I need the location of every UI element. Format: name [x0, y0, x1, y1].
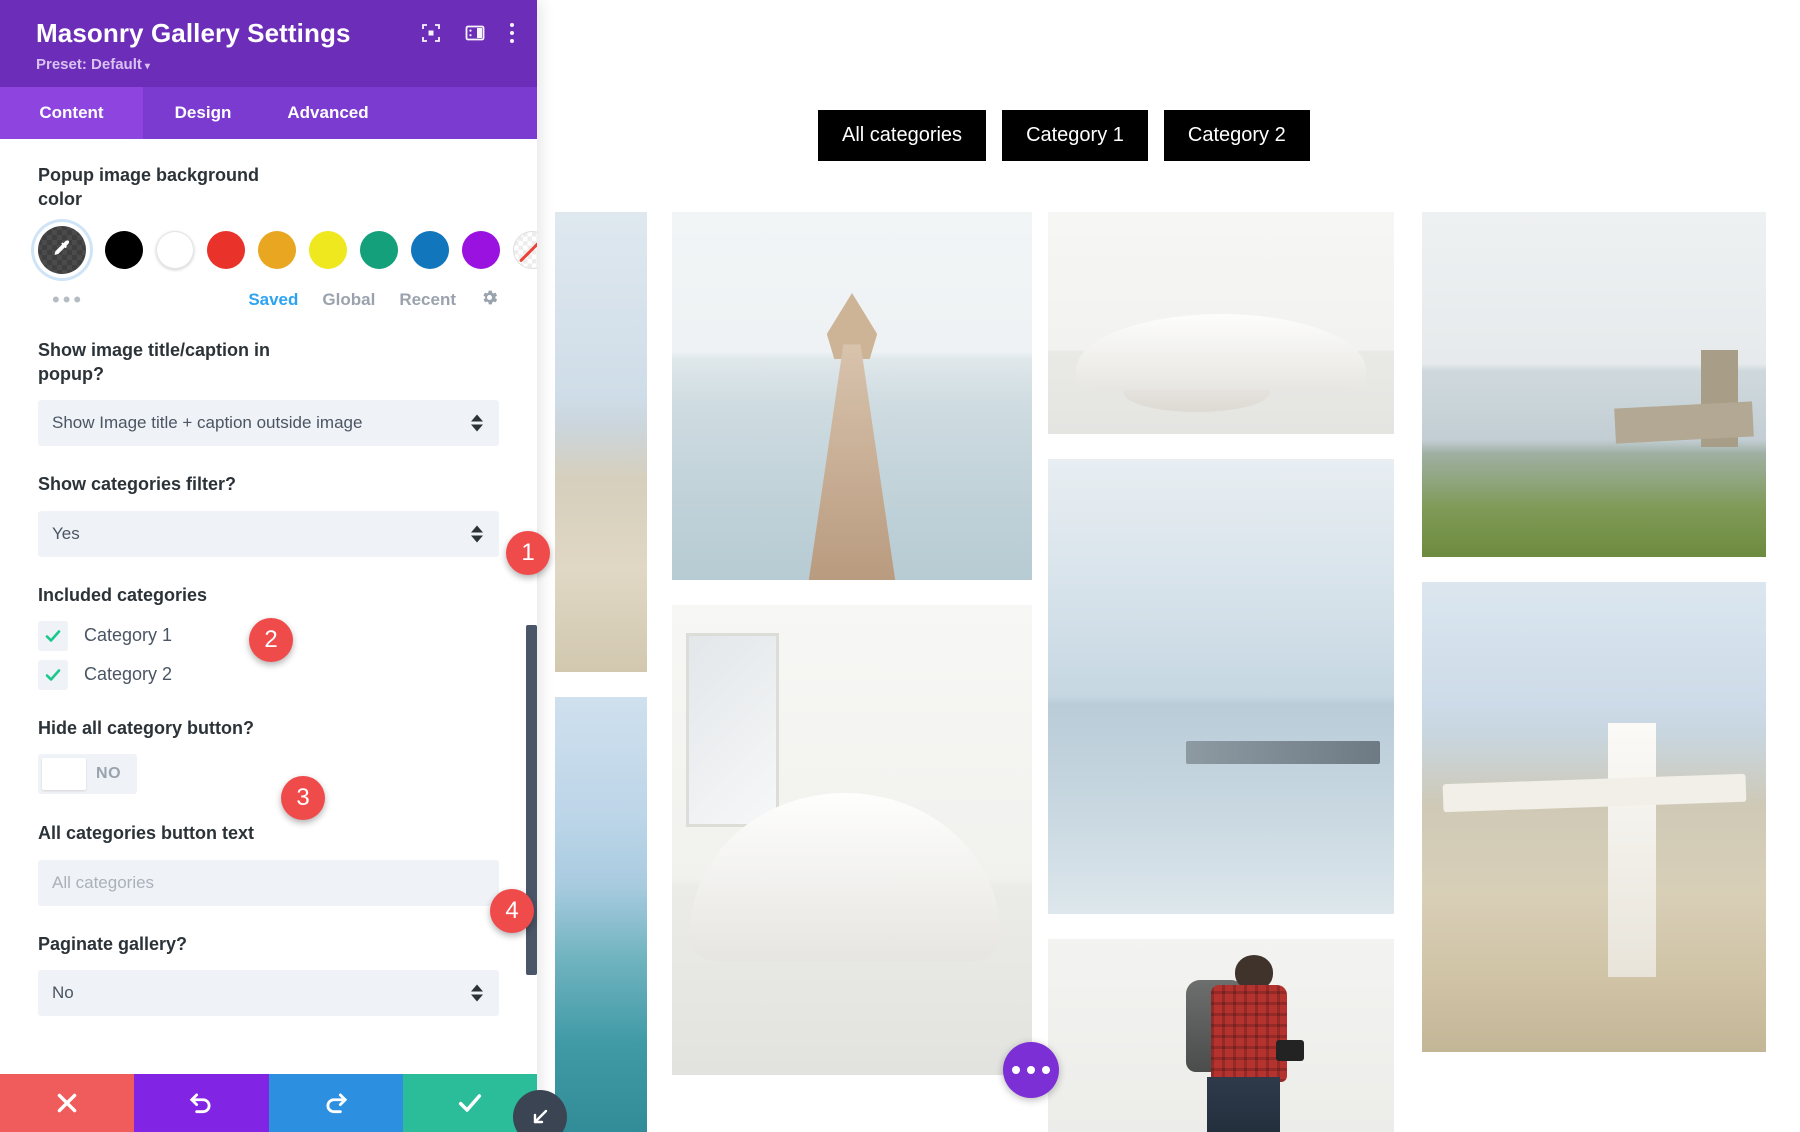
- field-hide-all-category-button: Hide all category button? NO: [38, 716, 499, 795]
- gallery-image-beach-fence[interactable]: [1422, 582, 1766, 1052]
- field-label: Show categories filter?: [38, 474, 237, 495]
- gallery-more-options-fab[interactable]: [1003, 1042, 1059, 1098]
- more-vertical-icon[interactable]: [509, 22, 515, 49]
- color-source-tabs: Saved Global Recent: [248, 288, 499, 312]
- panel-body: Popup image background color ••• Saved G…: [0, 139, 537, 1074]
- color-swatch-black[interactable]: [105, 230, 143, 269]
- field-label: Popup image background color: [38, 165, 260, 210]
- tab-content[interactable]: Content: [0, 87, 143, 140]
- panel-tabs: Content Design Advanced: [0, 87, 537, 140]
- color-swatch-orange[interactable]: [258, 230, 296, 269]
- layout-icon[interactable]: [465, 23, 485, 48]
- color-swatch-yellow[interactable]: [309, 230, 347, 269]
- toggle-hide-all-category-button[interactable]: NO: [38, 754, 138, 795]
- color-swatch-white[interactable]: [156, 230, 194, 269]
- more-horizontal-icon: [1042, 1066, 1050, 1074]
- annotation-badge-2: 2: [249, 618, 293, 662]
- color-tab-saved[interactable]: Saved: [248, 290, 298, 310]
- panel-preset-label: Preset: Default: [36, 56, 142, 74]
- gear-icon[interactable]: [480, 288, 499, 312]
- more-colors-icon[interactable]: •••: [52, 288, 84, 311]
- select-value: Show Image title + caption outside image: [52, 413, 363, 433]
- gallery-column-4: [1422, 212, 1766, 1052]
- select-arrows-icon: [471, 414, 483, 432]
- checkbox-label: Category 2: [84, 664, 173, 685]
- checkbox-category-1[interactable]: [38, 620, 68, 651]
- checkbox-category-2[interactable]: [38, 659, 68, 690]
- field-popup-image-background-color: Popup image background color ••• Saved G…: [38, 163, 537, 312]
- redo-button[interactable]: [268, 1074, 403, 1132]
- gallery-column-3: [1048, 212, 1394, 1132]
- select-paginate-gallery[interactable]: No: [38, 969, 499, 1016]
- undo-button[interactable]: [134, 1074, 269, 1132]
- cancel-button[interactable]: [0, 1074, 135, 1132]
- tab-advanced[interactable]: Advanced: [263, 87, 393, 139]
- color-tab-global[interactable]: Global: [322, 290, 375, 310]
- field-show-image-title-caption: Show image title/caption in popup? Show …: [38, 338, 499, 447]
- field-label: Paginate gallery?: [38, 933, 188, 954]
- panel-footer: [0, 1074, 537, 1132]
- select-value: No: [52, 982, 74, 1002]
- filter-button-all-categories[interactable]: All categories: [818, 110, 987, 161]
- more-horizontal-icon: [1027, 1066, 1035, 1074]
- gallery-image-hiker[interactable]: [1048, 939, 1394, 1132]
- filter-button-category-2[interactable]: Category 2: [1163, 110, 1310, 161]
- category-filter-bar: All categories Category 1 Category 2: [818, 110, 1310, 161]
- eyedropper-icon[interactable]: [38, 225, 86, 274]
- filter-button-category-1[interactable]: Category 1: [1002, 110, 1148, 161]
- checkbox-label: Category 1: [84, 625, 173, 646]
- resize-diagonal-icon: [533, 1109, 548, 1124]
- panel-preset-selector[interactable]: Preset: Default ▾: [36, 56, 513, 73]
- panel-header-icons: [421, 22, 515, 49]
- color-swatch-red[interactable]: [207, 230, 245, 269]
- color-swatch-green[interactable]: [360, 230, 398, 269]
- select-show-image-title-caption[interactable]: Show Image title + caption outside image: [38, 400, 499, 447]
- color-swatch-row: [38, 225, 537, 274]
- field-label: All categories button text: [38, 823, 255, 844]
- field-all-categories-button-text: All categories button text: [38, 821, 499, 906]
- field-show-categories-filter: Show categories filter? Yes: [38, 472, 499, 557]
- checkbox-row-category-2[interactable]: Category 2: [38, 659, 499, 690]
- gallery-image-sofa-room[interactable]: [1048, 212, 1394, 434]
- close-icon: [57, 1093, 77, 1113]
- select-show-categories-filter[interactable]: Yes: [38, 510, 499, 557]
- color-swatch-purple[interactable]: [462, 230, 500, 269]
- gallery-image-white-room[interactable]: [672, 605, 1032, 1075]
- more-horizontal-icon: [1012, 1066, 1020, 1074]
- gallery-image-cliff-platform[interactable]: [1422, 212, 1766, 557]
- color-swatch-blue[interactable]: [411, 230, 449, 269]
- chevron-down-icon: ▾: [144, 61, 150, 73]
- focus-icon[interactable]: [421, 23, 441, 48]
- panel-header: Masonry Gallery Settings Preset: Default…: [0, 0, 537, 88]
- undo-icon: [190, 1093, 211, 1114]
- gallery-column-1: [555, 212, 647, 1132]
- masonry-gallery-settings-panel: Masonry Gallery Settings Preset: Default…: [0, 0, 537, 1132]
- all-categories-button-text-input[interactable]: [38, 859, 499, 906]
- tab-design[interactable]: Design: [143, 87, 263, 139]
- gallery-image-dune[interactable]: [555, 212, 647, 672]
- toggle-knob: [42, 758, 86, 791]
- annotation-badge-4: 4: [490, 889, 534, 933]
- select-arrows-icon: [471, 525, 483, 543]
- field-paginate-gallery: Paginate gallery? No: [38, 932, 499, 1016]
- gallery-column-2: [672, 212, 1032, 1075]
- gallery-image-pier[interactable]: [672, 212, 1032, 580]
- color-swatch-none[interactable]: [513, 230, 537, 269]
- color-tab-recent[interactable]: Recent: [399, 290, 456, 310]
- color-options-row: ••• Saved Global Recent: [38, 288, 499, 312]
- annotation-badge-1: 1: [506, 531, 550, 575]
- annotation-badge-3: 3: [281, 776, 325, 820]
- toggle-state-label: NO: [96, 765, 122, 783]
- gallery-image-lagoon[interactable]: [555, 697, 647, 1132]
- field-label: Hide all category button?: [38, 717, 255, 738]
- gallery-image-calm-sea[interactable]: [1048, 459, 1394, 914]
- check-icon: [458, 1094, 481, 1112]
- field-label: Show image title/caption in popup?: [38, 339, 271, 385]
- select-arrows-icon: [471, 984, 483, 1002]
- redo-icon: [326, 1093, 347, 1114]
- field-label: Included categories: [38, 584, 208, 605]
- select-value: Yes: [52, 523, 80, 543]
